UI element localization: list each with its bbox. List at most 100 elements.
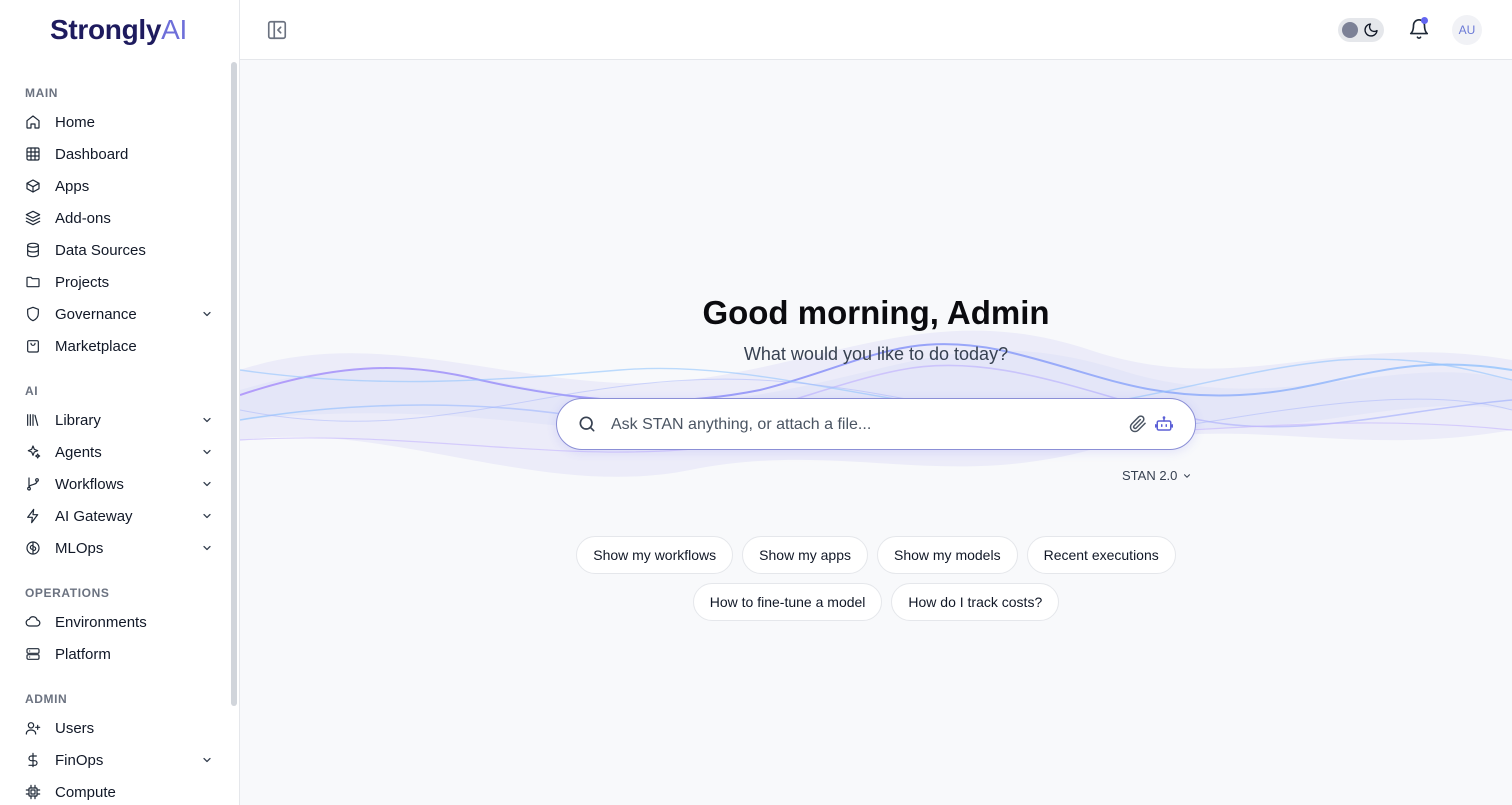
user-plus-icon: [25, 720, 41, 736]
stan-search-box: [556, 398, 1196, 450]
sidebar-item-ai-gateway[interactable]: AI Gateway: [0, 500, 239, 532]
sidebar-item-dashboard[interactable]: Dashboard: [0, 138, 239, 170]
sidebar-item-label: Agents: [55, 443, 102, 461]
sidebar-item-apps[interactable]: Apps: [0, 170, 239, 202]
suggestion-chip[interactable]: How to fine-tune a model: [692, 583, 883, 621]
sidebar-item-projects[interactable]: Projects: [0, 266, 239, 298]
suggestion-chip[interactable]: How do I track costs?: [891, 583, 1060, 621]
sidebar-item-data-sources[interactable]: Data Sources: [0, 234, 239, 266]
sidebar-item-label: Governance: [55, 305, 137, 323]
sidebar-item-label: Add-ons: [55, 209, 111, 227]
shield-icon: [25, 306, 41, 322]
sidebar-item-label: Workflows: [55, 475, 124, 493]
chevron-down-icon[interactable]: [201, 414, 213, 426]
suggestion-chip[interactable]: Show my models: [876, 536, 1018, 574]
greeting-subtitle: What would you like to do today?: [743, 344, 1009, 364]
sidebar-item-label: Home: [55, 113, 96, 131]
chevron-down-icon[interactable]: [201, 542, 213, 554]
folder-icon: [25, 274, 41, 290]
model-selector-label: STAN 2.0: [1122, 468, 1178, 483]
moon-icon: [1363, 22, 1379, 38]
sidebar-item-label: Marketplace: [55, 337, 137, 355]
sidebar-item-label: Compute: [55, 783, 116, 801]
sidebar-item-users[interactable]: Users: [0, 712, 239, 744]
theme-toggle-knob: [1342, 22, 1358, 38]
cloud-icon: [25, 614, 41, 630]
sidebar-item-mlops[interactable]: MLOps: [0, 532, 239, 564]
sidebar-item-label: AI Gateway: [55, 507, 133, 525]
sidebar-section-label: OPERATIONS: [25, 586, 110, 600]
grid-icon: [25, 146, 41, 162]
chevron-down-icon[interactable]: [201, 308, 213, 320]
theme-toggle[interactable]: [1338, 18, 1384, 42]
brain-icon: [25, 540, 41, 556]
sidebar-item-label: Data Sources: [55, 241, 146, 259]
chevron-down-icon[interactable]: [201, 446, 213, 458]
sidebar: Strongly AI MAIN Home Dashboard Apps Add-ons D…: [0, 0, 240, 805]
sidebar-item-label: Library: [55, 411, 101, 429]
git-branch-icon: [25, 476, 41, 492]
sidebar-nav: MAIN Home Dashboard Apps Add-ons Data Sources…: [0, 60, 239, 805]
sidebar-section-label: ADMIN: [25, 692, 68, 706]
sparkles-icon: [25, 444, 41, 460]
chevron-down-icon[interactable]: [201, 478, 213, 490]
sidebar-item-home[interactable]: Home: [0, 106, 239, 138]
sidebar-item-label: Users: [55, 719, 95, 737]
sidebar-scrollbar[interactable]: [231, 62, 237, 706]
suggestions-row-2: How to fine-tune a model How do I track c…: [240, 583, 1512, 621]
layers-icon: [25, 210, 41, 226]
sidebar-item-workflows[interactable]: Workflows: [0, 468, 239, 500]
cpu-icon: [25, 784, 41, 800]
bot-icon[interactable]: [1155, 415, 1173, 433]
sidebar-item-agents[interactable]: Agents: [0, 436, 239, 468]
home-icon: [25, 114, 41, 130]
sidebar-item-environments[interactable]: Environments: [0, 606, 239, 638]
stan-search-input[interactable]: [611, 411, 1111, 439]
server-icon: [25, 646, 41, 662]
sidebar-item-label: FinOps: [55, 751, 104, 769]
sidebar-item-marketplace[interactable]: Marketplace: [0, 330, 239, 362]
sidebar-item-label: Apps: [55, 177, 90, 195]
sidebar-item-label: Projects: [55, 273, 110, 291]
suggestion-chip[interactable]: Show my workflows: [576, 536, 734, 574]
sidebar-item-add-ons[interactable]: Add-ons: [0, 202, 239, 234]
top-header: AU: [240, 0, 1512, 60]
store-icon: [25, 338, 41, 354]
sidebar-collapse-icon[interactable]: [266, 19, 288, 41]
sidebar-section-label: AI: [25, 384, 39, 398]
greeting-title: Good morning, Admin: [702, 294, 1050, 331]
sidebar-item-label: MLOps: [55, 539, 104, 557]
sidebar-item-label: Platform: [55, 645, 111, 663]
chevron-down-icon[interactable]: [201, 754, 213, 766]
suggestions-row-1: Show my workflows Show my apps Show my mod…: [240, 536, 1512, 574]
box-icon: [25, 178, 41, 194]
model-selector[interactable]: STAN 2.0: [1122, 468, 1192, 483]
sidebar-item-governance[interactable]: Governance: [0, 298, 239, 330]
suggestion-chip[interactable]: Show my apps: [742, 536, 868, 574]
brand-suffix: AI: [161, 14, 188, 45]
chevron-down-icon: [1184, 473, 1191, 478]
library-icon: [25, 412, 41, 428]
brand-logo[interactable]: Strongly AI: [0, 0, 239, 60]
user-avatar[interactable]: AU: [1452, 15, 1482, 45]
dollar-icon: [25, 752, 41, 768]
brand-name: Strongly: [50, 14, 162, 45]
chevron-down-icon[interactable]: [201, 510, 213, 522]
sidebar-item-label: Environments: [55, 613, 147, 631]
database-icon: [25, 242, 41, 258]
sidebar-item-compute[interactable]: Compute: [0, 776, 239, 805]
suggestion-chip[interactable]: Recent executions: [1026, 536, 1176, 574]
zap-icon: [25, 508, 41, 524]
main-content: Good morning, Admin What would you like …: [240, 60, 1512, 805]
sidebar-item-finops[interactable]: FinOps: [0, 744, 239, 776]
sidebar-item-platform[interactable]: Platform: [0, 638, 239, 670]
search-icon: [577, 414, 597, 434]
sidebar-section-label: MAIN: [25, 86, 59, 100]
notification-dot: [1421, 17, 1428, 24]
sidebar-item-label: Dashboard: [55, 145, 129, 163]
paperclip-icon[interactable]: [1129, 415, 1147, 433]
sidebar-item-library[interactable]: Library: [0, 404, 239, 436]
